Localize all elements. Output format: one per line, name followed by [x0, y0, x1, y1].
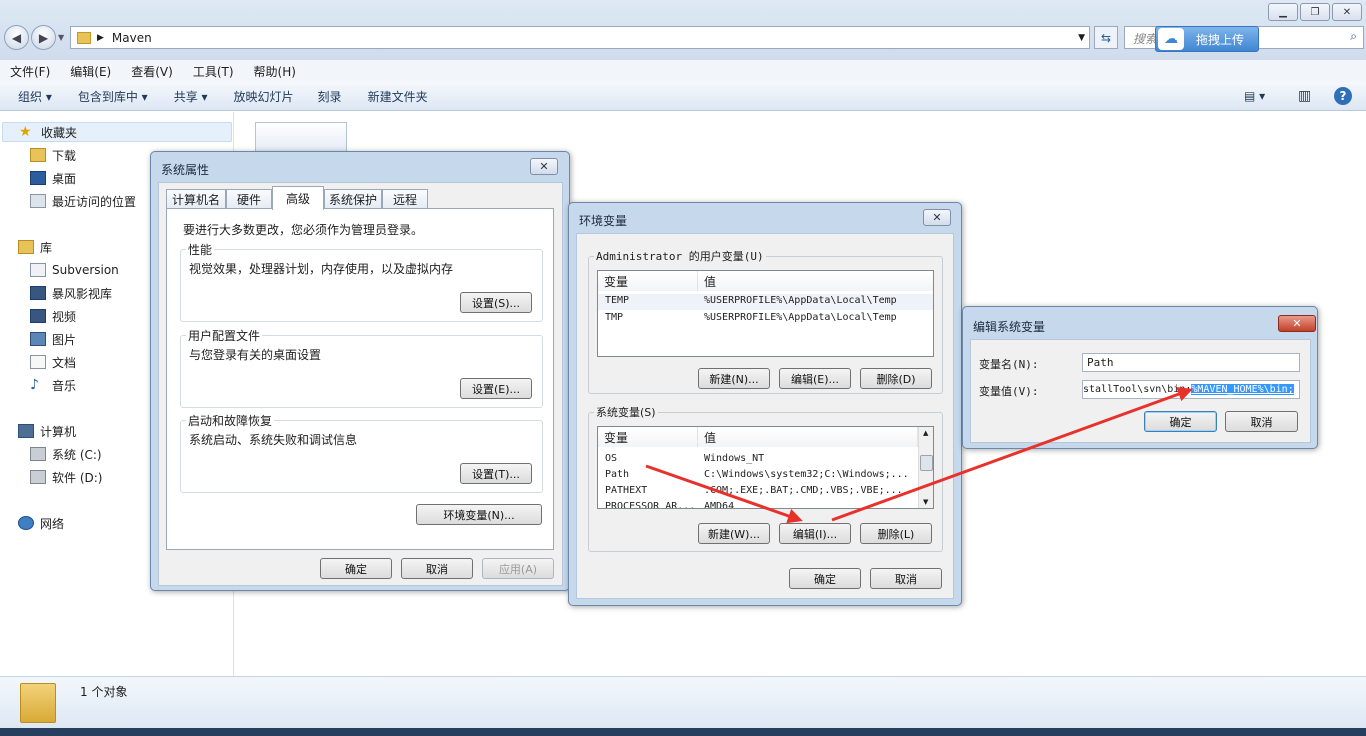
annotation-arrow-to-value — [831, 387, 1193, 522]
annotation-arrow-to-edit — [645, 464, 803, 524]
tab-advanced[interactable]: 高级 — [272, 186, 324, 210]
annotation-overlay — [645, 387, 1193, 524]
